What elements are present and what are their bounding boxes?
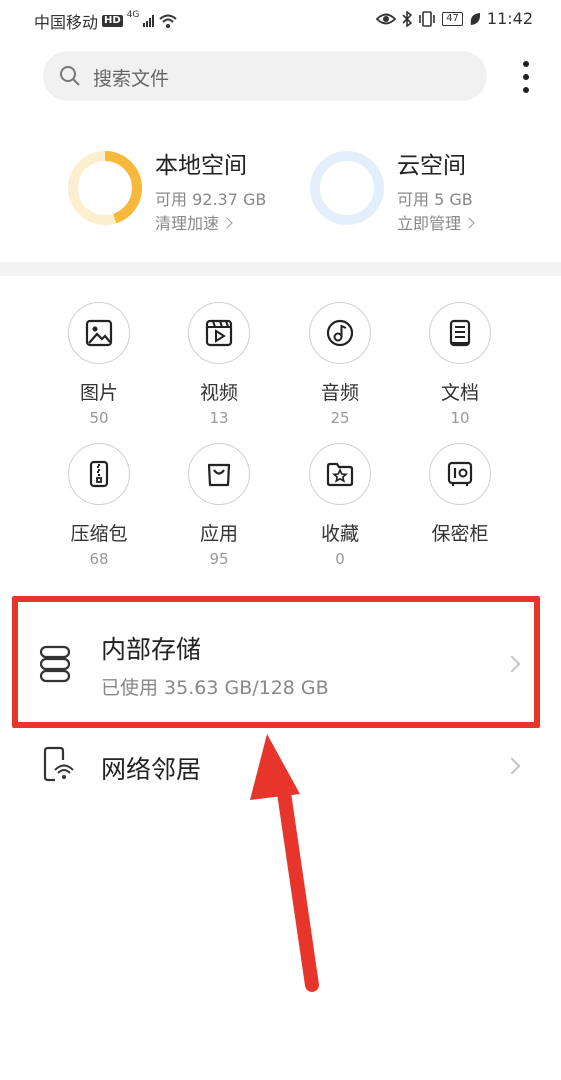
leaf-icon [470,12,480,25]
chevron-right-icon [463,217,475,229]
local-storage-available: 可用 92.37 GB [155,190,267,209]
carrier-label: 中国移动 [34,13,99,32]
network-neighbor-title: 网络邻居 [101,755,202,784]
clock: 11:42 [486,9,533,28]
category-count: 13 [209,409,229,427]
archive-icon [89,460,109,488]
cloud-storage-ring [310,151,384,225]
local-storage-ring [68,151,142,225]
favorite-star-icon [326,462,354,487]
category-count: 50 [89,409,109,427]
category-count: 10 [450,409,470,427]
category-images[interactable]: 图片 50 [49,302,149,427]
status-bar: 中国移动 HD 4G 47 11:42 [0,0,561,40]
audio-icon [326,319,354,347]
image-icon [85,319,113,347]
signal-icon [143,15,155,27]
section-divider [0,262,561,276]
category-label: 压缩包 [70,523,128,545]
category-archives[interactable]: 压缩包 68 [49,443,149,568]
more-options-icon[interactable] [514,60,538,94]
cloud-storage-title: 云空间 [397,153,466,179]
category-audio[interactable]: 音频 25 [290,302,390,427]
category-count: 95 [209,550,229,568]
category-label: 图片 [79,382,118,404]
video-icon [205,319,233,347]
network-device-icon [43,746,74,782]
chevron-right-icon [221,217,233,229]
category-count: 68 [89,550,109,568]
wifi-icon [159,14,178,28]
vibrate-icon [419,10,435,27]
category-label: 保密柜 [431,523,489,545]
cloud-storage-card[interactable]: 云空间 可用 5 GB 立即管理 [309,146,539,236]
search-bar[interactable]: 搜索文件 [43,51,487,101]
category-count: 25 [330,409,350,427]
category-label: 文档 [440,382,479,404]
bluetooth-icon [402,10,413,27]
safe-icon [447,461,473,486]
category-apps[interactable]: 应用 95 [169,443,269,568]
network-type: 4G [126,10,140,20]
category-videos[interactable]: 视频 13 [169,302,269,427]
category-documents[interactable]: 文档 10 [410,302,510,427]
category-count: 0 [335,550,345,568]
category-label: 收藏 [320,523,359,545]
category-favorites[interactable]: 收藏 0 [290,443,390,568]
category-label: 视频 [199,382,238,404]
app-bag-icon [207,463,231,487]
local-storage-card[interactable]: 本地空间 可用 92.37 GB 清理加速 [67,146,297,236]
category-label: 音频 [320,382,359,404]
chevron-right-icon [503,757,521,775]
network-neighbor-row[interactable]: 网络邻居 [0,728,561,808]
search-icon [60,66,80,86]
manage-now-link[interactable]: 立即管理 [397,210,475,234]
category-label: 应用 [199,523,238,545]
category-safe[interactable]: 保密柜 [410,443,510,550]
local-storage-title: 本地空间 [155,153,247,179]
search-placeholder: 搜索文件 [93,68,170,90]
document-icon [449,319,471,347]
highlight-box [12,596,540,728]
battery-icon: 47 [442,11,463,26]
cloud-storage-available: 可用 5 GB [397,190,473,209]
clean-speedup-link[interactable]: 清理加速 [155,210,233,234]
hd-badge: HD [102,15,123,27]
eye-comfort-icon [376,13,397,24]
